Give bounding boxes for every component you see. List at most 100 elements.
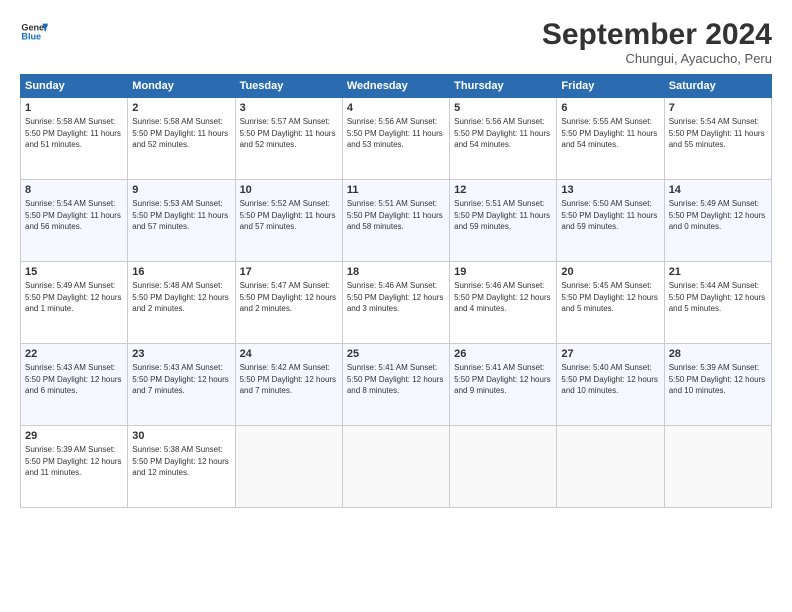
- day-number: 26: [454, 348, 552, 360]
- table-row: 20 Sunrise: 5:45 AM Sunset: 5:50 PM Dayli…: [557, 262, 664, 344]
- day-detail: Sunrise: 5:47 AM Sunset: 5:50 PM Dayligh…: [240, 280, 338, 315]
- day-detail: Sunrise: 5:46 AM Sunset: 5:50 PM Dayligh…: [347, 280, 445, 315]
- table-row: 29 Sunrise: 5:39 AM Sunset: 5:50 PM Dayli…: [21, 426, 128, 508]
- day-number: 29: [25, 430, 123, 442]
- calendar-week-1: 1 Sunrise: 5:58 AM Sunset: 5:50 PM Daylig…: [21, 98, 772, 180]
- calendar-week-2: 8 Sunrise: 5:54 AM Sunset: 5:50 PM Daylig…: [21, 180, 772, 262]
- col-monday: Monday: [128, 75, 235, 98]
- table-row: 15Sunrise: 5:49 AM Sunset: 5:50 PM Dayli…: [21, 262, 128, 344]
- calendar-page: General Blue September 2024 Chungui, Aya…: [0, 0, 792, 612]
- day-detail: Sunrise: 5:52 AM Sunset: 5:50 PM Dayligh…: [240, 198, 338, 233]
- day-detail: Sunrise: 5:39 AM Sunset: 5:50 PM Dayligh…: [25, 444, 123, 479]
- table-row: 5 Sunrise: 5:56 AM Sunset: 5:50 PM Daylig…: [450, 98, 557, 180]
- table-row: 11 Sunrise: 5:51 AM Sunset: 5:50 PM Dayli…: [342, 180, 449, 262]
- day-detail: Sunrise: 5:44 AM Sunset: 5:50 PM Dayligh…: [669, 280, 767, 315]
- table-row: 19 Sunrise: 5:46 AM Sunset: 5:50 PM Dayli…: [450, 262, 557, 344]
- day-number: 22: [25, 348, 123, 360]
- day-number: 15: [25, 266, 123, 278]
- day-detail: Sunrise: 5:42 AM Sunset: 5:50 PM Dayligh…: [240, 362, 338, 397]
- day-detail: Sunrise: 5:56 AM Sunset: 5:50 PM Dayligh…: [454, 116, 552, 151]
- table-row: 2 Sunrise: 5:58 AM Sunset: 5:50 PM Daylig…: [128, 98, 235, 180]
- col-friday: Friday: [557, 75, 664, 98]
- day-number: 19: [454, 266, 552, 278]
- day-number: 4: [347, 102, 445, 114]
- day-number: 17: [240, 266, 338, 278]
- calendar-table: Sunday Monday Tuesday Wednesday Thursday…: [20, 74, 772, 508]
- day-number: 11: [347, 184, 445, 196]
- table-row: [664, 426, 771, 508]
- table-row: 8 Sunrise: 5:54 AM Sunset: 5:50 PM Daylig…: [21, 180, 128, 262]
- table-row: 24 Sunrise: 5:42 AM Sunset: 5:50 PM Dayli…: [235, 344, 342, 426]
- table-row: [450, 426, 557, 508]
- logo-icon: General Blue: [20, 18, 48, 46]
- calendar-week-5: 29 Sunrise: 5:39 AM Sunset: 5:50 PM Dayli…: [21, 426, 772, 508]
- day-detail: Sunrise: 5:54 AM Sunset: 5:50 PM Dayligh…: [669, 116, 767, 151]
- table-row: 3 Sunrise: 5:57 AM Sunset: 5:50 PM Daylig…: [235, 98, 342, 180]
- day-detail: Sunrise: 5:43 AM Sunset: 5:50 PM Dayligh…: [25, 362, 123, 397]
- table-row: [557, 426, 664, 508]
- table-row: 30Sunrise: 5:38 AM Sunset: 5:50 PM Dayli…: [128, 426, 235, 508]
- day-detail: Sunrise: 5:48 AM Sunset: 5:50 PM Dayligh…: [132, 280, 230, 315]
- table-row: 23 Sunrise: 5:43 AM Sunset: 5:50 PM Dayli…: [128, 344, 235, 426]
- logo: General Blue: [20, 18, 48, 46]
- day-detail: Sunrise: 5:51 AM Sunset: 5:50 PM Dayligh…: [347, 198, 445, 233]
- day-detail: Sunrise: 5:43 AM Sunset: 5:50 PM Dayligh…: [132, 362, 230, 397]
- day-number: 18: [347, 266, 445, 278]
- table-row: 28 Sunrise: 5:39 AM Sunset: 5:50 PM Dayli…: [664, 344, 771, 426]
- day-detail: Sunrise: 5:51 AM Sunset: 5:50 PM Dayligh…: [454, 198, 552, 233]
- day-number: 10: [240, 184, 338, 196]
- table-row: 4Sunrise: 5:56 AM Sunset: 5:50 PM Daylig…: [342, 98, 449, 180]
- day-detail: Sunrise: 5:46 AM Sunset: 5:50 PM Dayligh…: [454, 280, 552, 315]
- day-number: 30: [132, 430, 230, 442]
- calendar-week-4: 22 Sunrise: 5:43 AM Sunset: 5:50 PM Dayli…: [21, 344, 772, 426]
- table-row: 17 Sunrise: 5:47 AM Sunset: 5:50 PM Dayli…: [235, 262, 342, 344]
- day-detail: Sunrise: 5:45 AM Sunset: 5:50 PM Dayligh…: [561, 280, 659, 315]
- day-number: 8: [25, 184, 123, 196]
- table-row: 21 Sunrise: 5:44 AM Sunset: 5:50 PM Dayli…: [664, 262, 771, 344]
- day-detail: Sunrise: 5:39 AM Sunset: 5:50 PM Dayligh…: [669, 362, 767, 397]
- day-number: 2: [132, 102, 230, 114]
- day-number: 28: [669, 348, 767, 360]
- day-detail: Sunrise: 5:54 AM Sunset: 5:50 PM Dayligh…: [25, 198, 123, 233]
- day-number: 5: [454, 102, 552, 114]
- col-thursday: Thursday: [450, 75, 557, 98]
- day-number: 14: [669, 184, 767, 196]
- table-row: 13Sunrise: 5:50 AM Sunset: 5:50 PM Dayli…: [557, 180, 664, 262]
- day-number: 12: [454, 184, 552, 196]
- col-sunday: Sunday: [21, 75, 128, 98]
- table-row: 12 Sunrise: 5:51 AM Sunset: 5:50 PM Dayli…: [450, 180, 557, 262]
- col-wednesday: Wednesday: [342, 75, 449, 98]
- day-number: 1: [25, 102, 123, 114]
- title-block: September 2024 Chungui, Ayacucho, Peru: [542, 18, 772, 66]
- day-number: 6: [561, 102, 659, 114]
- table-row: 9Sunrise: 5:53 AM Sunset: 5:50 PM Daylig…: [128, 180, 235, 262]
- day-number: 21: [669, 266, 767, 278]
- table-row: 6 Sunrise: 5:55 AM Sunset: 5:50 PM Daylig…: [557, 98, 664, 180]
- day-number: 13: [561, 184, 659, 196]
- day-number: 23: [132, 348, 230, 360]
- day-detail: Sunrise: 5:53 AM Sunset: 5:50 PM Dayligh…: [132, 198, 230, 233]
- day-detail: Sunrise: 5:41 AM Sunset: 5:50 PM Dayligh…: [347, 362, 445, 397]
- day-number: 16: [132, 266, 230, 278]
- day-detail: Sunrise: 5:55 AM Sunset: 5:50 PM Dayligh…: [561, 116, 659, 151]
- table-row: [235, 426, 342, 508]
- header: General Blue September 2024 Chungui, Aya…: [20, 18, 772, 66]
- day-number: 7: [669, 102, 767, 114]
- day-detail: Sunrise: 5:57 AM Sunset: 5:50 PM Dayligh…: [240, 116, 338, 151]
- table-row: 10 Sunrise: 5:52 AM Sunset: 5:50 PM Dayli…: [235, 180, 342, 262]
- table-row: 26 Sunrise: 5:41 AM Sunset: 5:50 PM Dayli…: [450, 344, 557, 426]
- day-detail: Sunrise: 5:40 AM Sunset: 5:50 PM Dayligh…: [561, 362, 659, 397]
- day-number: 24: [240, 348, 338, 360]
- day-number: 20: [561, 266, 659, 278]
- day-detail: Sunrise: 5:41 AM Sunset: 5:50 PM Dayligh…: [454, 362, 552, 397]
- day-detail: Sunrise: 5:58 AM Sunset: 5:50 PM Dayligh…: [132, 116, 230, 151]
- calendar-week-3: 15Sunrise: 5:49 AM Sunset: 5:50 PM Dayli…: [21, 262, 772, 344]
- header-row: Sunday Monday Tuesday Wednesday Thursday…: [21, 75, 772, 98]
- table-row: 18 Sunrise: 5:46 AM Sunset: 5:50 PM Dayli…: [342, 262, 449, 344]
- table-row: 14 Sunrise: 5:49 AM Sunset: 5:50 PM Dayli…: [664, 180, 771, 262]
- location: Chungui, Ayacucho, Peru: [542, 51, 772, 66]
- day-number: 3: [240, 102, 338, 114]
- day-detail: Sunrise: 5:49 AM Sunset: 5:50 PM Dayligh…: [669, 198, 767, 233]
- table-row: 22 Sunrise: 5:43 AM Sunset: 5:50 PM Dayli…: [21, 344, 128, 426]
- table-row: 1Sunrise: 5:58 AM Sunset: 5:50 PM Daylig…: [21, 98, 128, 180]
